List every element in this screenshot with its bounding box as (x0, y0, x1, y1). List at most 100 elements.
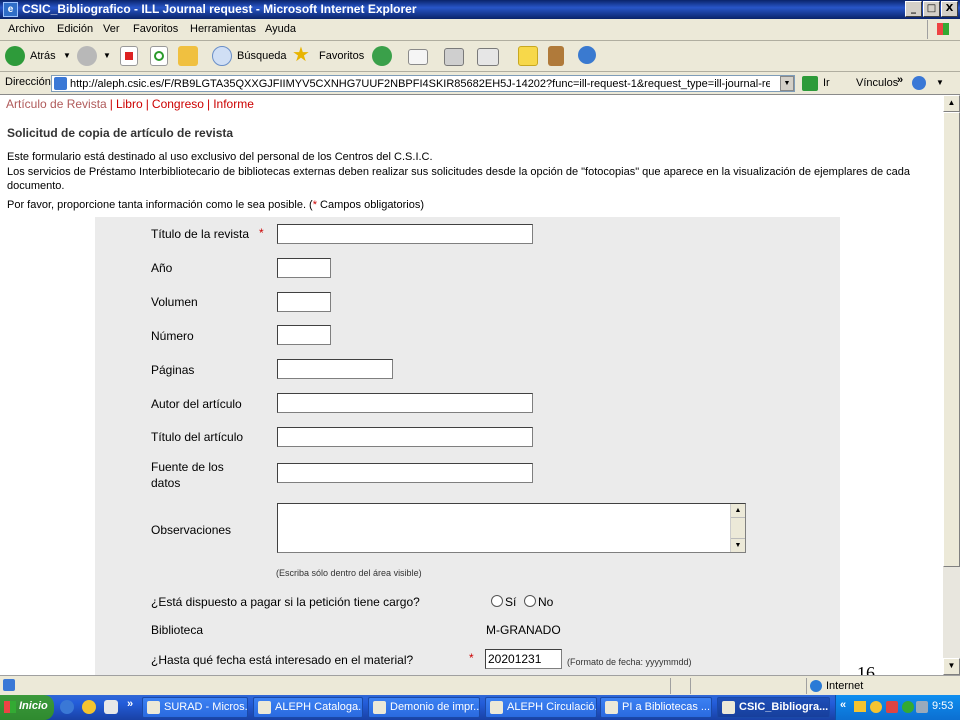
menu-ayuda[interactable]: Ayuda (265, 23, 296, 35)
task-demonio-impresion[interactable]: Demonio de impr... (368, 697, 480, 718)
pay-no-radio[interactable] (524, 595, 536, 607)
zone-label: Internet (826, 680, 864, 692)
vertical-scrollbar[interactable]: ▲ ▼ (943, 95, 960, 675)
windows-logo-icon (927, 20, 958, 39)
clock[interactable]: 9:53 (932, 700, 953, 712)
favorites-button-label[interactable]: Favoritos (319, 50, 364, 62)
stop-icon[interactable] (120, 46, 138, 66)
toolbar-extra-dropdown-icon[interactable]: ▼ (936, 78, 944, 87)
date-input[interactable]: 20201231 (485, 649, 562, 669)
edit-icon[interactable] (477, 48, 499, 66)
menu-favoritos[interactable]: Favoritos (133, 23, 178, 35)
go-button-label[interactable]: Ir (823, 77, 830, 89)
status-divider (806, 678, 807, 694)
page-status-icon (3, 679, 15, 691)
intro-3-text: Por favor, proporcione tanta información… (7, 199, 313, 211)
nav-informe[interactable]: Informe (213, 97, 254, 111)
year-input[interactable] (277, 258, 331, 278)
search-button-label[interactable]: Búsqueda (237, 50, 287, 62)
minimize-button[interactable]: _ (905, 1, 922, 17)
task-pi-bibliotecas[interactable]: PI a Bibliotecas ... (600, 697, 712, 718)
task-aleph-circulacion[interactable]: ALEPH Circulació... (485, 697, 597, 718)
search-icon[interactable] (212, 46, 232, 66)
menu-archivo[interactable]: Archivo (8, 23, 45, 35)
start-button[interactable]: Inicio (0, 695, 54, 720)
volume-input[interactable] (277, 292, 331, 312)
close-button[interactable]: X (941, 1, 958, 17)
address-dropdown-icon[interactable]: ▼ (780, 76, 794, 91)
back-arrow-icon[interactable] (5, 46, 25, 66)
forward-arrow-icon[interactable] (77, 46, 97, 66)
article-title-input[interactable] (277, 427, 533, 447)
journal-title-input[interactable] (277, 224, 533, 244)
data-source-input[interactable] (277, 463, 533, 483)
quicklaunch-icon[interactable] (104, 700, 118, 714)
home-icon[interactable] (178, 46, 198, 66)
refresh-icon[interactable] (150, 46, 168, 66)
label-pagar: ¿Está dispuesto a pagar si la petición t… (151, 595, 420, 609)
tray-icon[interactable] (870, 701, 882, 713)
task-surad[interactable]: SURAD - Micros... (142, 697, 248, 718)
print-icon[interactable] (444, 48, 464, 66)
tray-icon[interactable] (886, 701, 898, 713)
scroll-down-icon[interactable]: ▼ (731, 538, 745, 552)
history-icon[interactable] (372, 46, 392, 66)
ie-app-icon[interactable]: e (3, 2, 18, 17)
address-input[interactable]: http://aleph.csic.es/F/RB9LGTA35QXXGJFII… (51, 75, 795, 92)
links-chevron-icon[interactable]: » (897, 74, 903, 86)
textarea-scrollbar[interactable]: ▲ ▼ (730, 504, 745, 552)
mail-icon[interactable] (408, 49, 428, 65)
label-biblioteca: Biblioteca (151, 623, 204, 637)
intro-3-text-end: Campos obligatorios) (317, 199, 424, 211)
task-aleph-catalogacion[interactable]: ALEPH Cataloga... (253, 697, 363, 718)
maximize-button[interactable]: □ (923, 1, 940, 17)
quicklaunch-icon[interactable] (82, 700, 96, 714)
task-label: SURAD - Micros... (164, 701, 248, 713)
nav-congreso[interactable]: Congreso (152, 97, 204, 111)
task-app-icon (258, 701, 271, 714)
favorites-star-icon[interactable]: ★ (292, 44, 312, 64)
pay-yes-radio[interactable] (491, 595, 503, 607)
links-label[interactable]: Vínculos (856, 77, 898, 89)
label-anio: Año (151, 261, 173, 275)
menu-herramientas[interactable]: Herramientas (190, 23, 256, 35)
nav-articulo-revista[interactable]: Artículo de Revista (6, 97, 107, 111)
menu-edicion[interactable]: Edición (57, 23, 93, 35)
tray-icon[interactable] (916, 701, 928, 713)
scroll-up-icon[interactable]: ▲ (943, 95, 960, 112)
observations-textarea[interactable]: ▲ ▼ (277, 503, 746, 553)
discuss-icon[interactable] (518, 46, 538, 66)
tray-network-icon[interactable] (902, 701, 914, 713)
scroll-up-icon[interactable]: ▲ (731, 504, 745, 518)
task-label: CSIC_Bibliogra... (739, 701, 829, 713)
required-star: * (469, 651, 474, 665)
page-icon (54, 77, 67, 90)
page-content: Artículo de Revista | Libro | Congreso |… (0, 95, 943, 675)
label-no: No (538, 595, 554, 609)
pages-input[interactable] (277, 359, 393, 379)
toolbar-extra-icon[interactable] (912, 76, 926, 90)
scroll-thumb[interactable] (943, 112, 960, 567)
go-arrow-icon[interactable] (802, 76, 818, 91)
back-dropdown-icon[interactable]: ▼ (63, 51, 71, 60)
label-numero: Número (151, 329, 194, 343)
task-csic-bibliografico[interactable]: CSIC_Bibliogra... (717, 697, 830, 718)
internet-globe-icon (810, 680, 822, 692)
issue-input[interactable] (277, 325, 331, 345)
menu-ver[interactable]: Ver (103, 23, 120, 35)
ie-quicklaunch-icon[interactable] (60, 700, 74, 714)
research-icon[interactable] (548, 46, 564, 66)
nav-libro[interactable]: Libro (116, 97, 143, 111)
forward-dropdown-icon[interactable]: ▼ (103, 51, 111, 60)
quicklaunch-overflow[interactable]: » (127, 698, 133, 710)
address-url[interactable]: http://aleph.csic.es/F/RB9LGTA35QXXGJFII… (70, 78, 770, 90)
back-button-label[interactable]: Atrás (30, 50, 56, 62)
tray-mail-icon[interactable] (854, 701, 866, 712)
scroll-down-icon[interactable]: ▼ (943, 658, 960, 675)
article-author-input[interactable] (277, 393, 533, 413)
task-app-icon (373, 701, 386, 714)
label-volumen: Volumen (151, 295, 198, 309)
messenger-icon[interactable] (578, 46, 596, 64)
tray-expand-icon[interactable]: « (840, 699, 846, 711)
task-label: ALEPH Cataloga... (275, 701, 363, 713)
